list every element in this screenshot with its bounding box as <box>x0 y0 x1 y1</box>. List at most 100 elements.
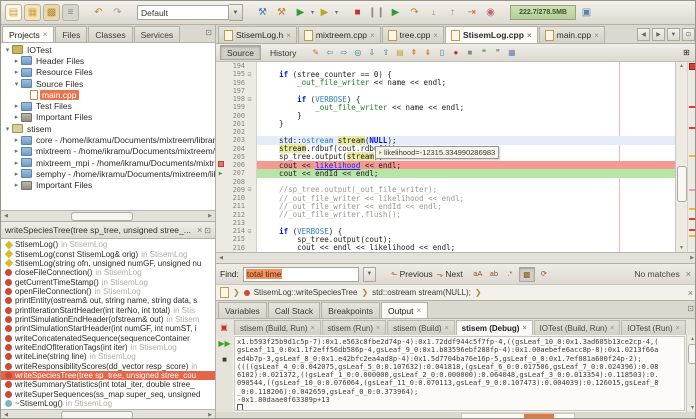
code-line[interactable]: cout << endId << endl; <box>257 169 675 177</box>
debug-icon[interactable]: ▶ <box>316 4 333 21</box>
run-dropdown-icon[interactable]: ▾ <box>311 9 314 16</box>
navigator-item[interactable]: closeFileConnection()in StisemLog <box>1 268 215 277</box>
expand-icon[interactable]: ▸ <box>12 102 21 110</box>
comment-icon[interactable]: ❝ <box>477 46 490 59</box>
expand-icon[interactable]: ▸ <box>12 113 21 121</box>
tree-item[interactable]: ▸mixtreem_mpi - /home/ikramu/Documents/m… <box>1 157 215 168</box>
explorer-tab-files[interactable]: Files <box>55 26 87 42</box>
tree-item[interactable]: ▸Important Files <box>1 180 215 191</box>
error-stripe[interactable] <box>687 62 696 252</box>
code-line[interactable]: //_out_file_writer.flush(); <box>257 211 675 219</box>
close-icon[interactable]: × <box>370 31 375 40</box>
scroll-up-icon[interactable]: ▲ <box>677 62 686 70</box>
gutter-line[interactable]: 196 <box>216 79 256 87</box>
tree-item[interactable]: ▾stisem <box>1 123 215 134</box>
expand-icon[interactable]: ▸ <box>12 57 21 65</box>
explorer-tab-classes[interactable]: Classes <box>88 26 132 42</box>
minimize-icon[interactable]: ⊡ <box>687 304 694 313</box>
stripe-mark[interactable] <box>689 106 695 108</box>
apply-code-changes-icon[interactable]: ◉ <box>482 4 499 21</box>
output-vscrollbar[interactable]: ▲ ▼ <box>686 335 696 412</box>
gutter-line[interactable]: 215 <box>216 235 256 243</box>
gutter-line[interactable]: 214⊟ <box>216 227 256 235</box>
expand-icon[interactable]: ▸ <box>12 181 21 189</box>
gutter-line[interactable]: 206 <box>216 161 256 169</box>
scroll-thumb[interactable] <box>61 411 133 419</box>
minimize-icon[interactable]: ⊡ <box>204 226 211 235</box>
fold-icon[interactable]: ⊟ <box>245 71 254 78</box>
stop-icon[interactable]: ■ <box>219 353 231 365</box>
close-icon[interactable]: × <box>594 31 599 40</box>
editor-gutter[interactable]: 194 195⊟196 197 198⊟199 200 201 202 203 … <box>216 62 257 252</box>
scroll-thumb[interactable] <box>688 344 696 364</box>
tree-item[interactable]: ▾IOTest <box>1 44 215 55</box>
editor-tab-mixtreem-cpp[interactable]: mixtreem.cpp× <box>298 26 381 43</box>
scroll-down-icon[interactable]: ▼ <box>688 404 696 412</box>
bottom-tab-breakpoints[interactable]: Breakpoints <box>321 302 380 318</box>
gutter-line[interactable]: 211 <box>216 202 256 210</box>
gutter-line[interactable]: 200 <box>216 112 256 120</box>
tree-item[interactable]: main.cpp <box>1 89 215 100</box>
insert-code-icon[interactable]: ▦ <box>505 46 518 59</box>
next-bookmark-icon[interactable]: ⇟ <box>421 46 434 59</box>
forward-icon[interactable]: ⇨ <box>337 46 350 59</box>
combo-dropdown-icon[interactable]: ▼ <box>229 4 243 21</box>
continue-icon[interactable]: ▶ <box>387 4 404 21</box>
stripe-mark[interactable] <box>689 155 695 157</box>
navigator-item[interactable]: StisemLog(const StisemLog& orig)in Stise… <box>1 249 215 258</box>
code-editor[interactable]: 194 195⊟196 197 198⊟199 200 201 202 203 … <box>216 62 696 252</box>
toggle-highlight-icon[interactable]: ▤ <box>393 46 406 59</box>
gutter-line[interactable]: 209⊟ <box>216 186 256 194</box>
close-icon[interactable]: × <box>311 325 315 332</box>
navigator-item[interactable]: writeConcatenatedSequence(sequenceContai… <box>1 333 215 342</box>
scroll-down-icon[interactable]: ▼ <box>677 244 686 252</box>
navigator-item[interactable]: writeSuperSequences(ss_map super_seq, un… <box>1 390 215 399</box>
toggle-bookmark-icon[interactable]: ▯ <box>435 46 448 59</box>
navigator-item[interactable]: writeSpeciesTree(tree sp_tree, unsigned … <box>1 371 215 380</box>
tree-item[interactable]: ▸Important Files <box>1 112 215 123</box>
expand-icon[interactable]: ▸ <box>12 170 21 178</box>
scroll-left-icon[interactable]: ◀ <box>2 411 10 418</box>
stripe-mark[interactable] <box>689 229 695 231</box>
projects-hscrollbar[interactable]: ◀ ▶ <box>1 210 215 221</box>
scroll-thumb[interactable] <box>677 166 687 202</box>
close-icon[interactable]: × <box>522 325 526 332</box>
navigator-item[interactable]: printIterationStartHeader(int iterNo, in… <box>1 305 215 314</box>
tree-item[interactable]: ▸mixtreem - /home/ikramu/Documents/mixtr… <box>1 146 215 157</box>
pause-icon[interactable]: ❙❙ <box>368 4 385 21</box>
breakpoint-icon[interactable] <box>218 161 224 167</box>
step-over-icon[interactable]: ↷ <box>406 4 423 21</box>
scroll-left-icon[interactable]: ◀ <box>217 254 225 261</box>
configuration-combo[interactable]: Default ▼ <box>137 4 243 21</box>
fold-icon[interactable]: ⊟ <box>245 96 254 103</box>
gutter-line[interactable]: 198⊟ <box>216 95 256 103</box>
find-next-button[interactable]: ⬎ Next <box>437 269 463 279</box>
navigator-item[interactable]: ~StisemLog()in StisemLog <box>1 399 215 408</box>
run-to-cursor-icon[interactable]: ⇥ <box>463 4 480 21</box>
find-previous-icon[interactable]: ⇧ <box>379 46 392 59</box>
tree-item[interactable]: ▾Source Files <box>1 78 215 89</box>
tree-item[interactable]: ▸semphy - /home/ikramu/Documents/mixtree… <box>1 168 215 179</box>
navigator-item[interactable]: getCurrentTimeStamp()in StisemLog <box>1 277 215 286</box>
toolbar-overflow-icon[interactable]: ⊞ <box>680 46 693 59</box>
close-icon[interactable]: × <box>417 306 422 315</box>
gutter-line[interactable]: 204 <box>216 145 256 153</box>
wrap-search-icon[interactable]: ⟳ <box>537 267 551 280</box>
explorer-tab-services[interactable]: Services <box>134 26 181 42</box>
bottom-tab-output[interactable]: Output× <box>381 302 428 318</box>
navigator-item[interactable]: printSimulationStartHeader(int numGF, in… <box>1 324 215 333</box>
close-icon[interactable]: × <box>610 325 614 332</box>
fold-icon[interactable]: ⊟ <box>245 186 254 193</box>
expand-icon[interactable]: ▸ <box>12 147 21 155</box>
error-indicator-icon[interactable] <box>689 63 696 70</box>
code-line[interactable]: } <box>257 120 675 128</box>
start-macro-icon[interactable]: ● <box>449 46 462 59</box>
close-icon[interactable]: × <box>676 325 680 332</box>
close-icon[interactable]: × <box>286 31 291 40</box>
debug-dropdown-icon[interactable]: ▾ <box>335 9 338 16</box>
gutter-line[interactable]: 205 <box>216 153 256 161</box>
breadcrumb-item[interactable]: std::ostream stream(NULL); <box>372 288 471 297</box>
tree-item[interactable]: ▸Test Files <box>1 100 215 111</box>
tree-item[interactable]: ▸Resource Files <box>1 67 215 78</box>
stripe-mark[interactable] <box>689 235 695 237</box>
